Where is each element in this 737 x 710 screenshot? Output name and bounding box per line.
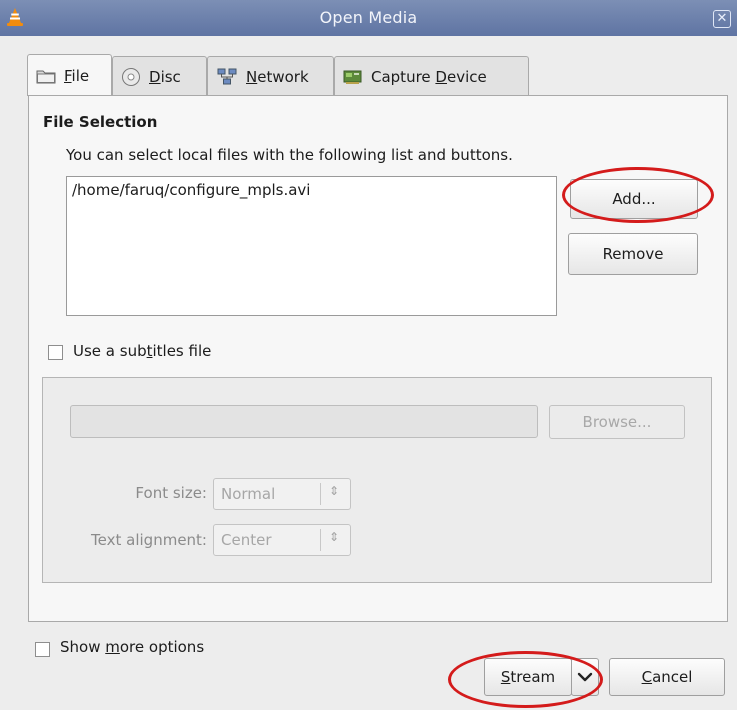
window-title: Open Media (319, 8, 418, 27)
subtitles-checkbox[interactable] (48, 345, 63, 360)
list-item[interactable]: /home/faruq/configure_mpls.avi (72, 181, 310, 199)
capture-card-icon (343, 70, 362, 84)
folder-icon (36, 70, 56, 83)
text-alignment-value: Center (221, 531, 272, 549)
browse-button[interactable]: Browse... (549, 405, 685, 439)
tab-disc-label: Disc (149, 67, 181, 86)
add-button-highlight (562, 167, 714, 223)
subtitles-path-input[interactable] (70, 405, 538, 438)
show-more-options-checkbox[interactable] (35, 642, 50, 657)
subtitles-checkbox-label[interactable]: Use a subtitles file (73, 342, 211, 360)
file-selection-heading: File Selection (43, 113, 158, 131)
tab-capture-label: Capture Device (371, 67, 487, 86)
tab-disc[interactable]: Disc (112, 56, 207, 96)
show-more-options-label[interactable]: Show more options (60, 638, 204, 656)
network-icon (217, 68, 237, 84)
tab-network[interactable]: Network (207, 56, 334, 96)
stream-button-highlight (448, 651, 603, 708)
tab-file-label: File (64, 66, 90, 85)
cancel-button[interactable]: Cancel (609, 658, 725, 696)
font-size-value: Normal (221, 485, 276, 503)
tab-network-label: Network (246, 67, 309, 86)
combo-separator (320, 529, 321, 551)
close-button[interactable]: ✕ (713, 10, 731, 28)
updown-arrows-icon: ⇕ (329, 484, 340, 498)
text-alignment-label: Text alignment: (91, 531, 207, 549)
disc-icon (122, 67, 140, 86)
text-alignment-select[interactable]: Center ⇕ (213, 524, 351, 556)
remove-button[interactable]: Remove (568, 233, 698, 275)
tab-capture-device[interactable]: Capture Device (334, 56, 529, 96)
font-size-label: Font size: (135, 484, 207, 502)
font-size-select[interactable]: Normal ⇕ (213, 478, 351, 510)
combo-separator (320, 483, 321, 505)
file-selection-description: You can select local files with the foll… (66, 146, 513, 164)
updown-arrows-icon: ⇕ (329, 530, 340, 544)
tab-file[interactable]: File (27, 54, 112, 96)
